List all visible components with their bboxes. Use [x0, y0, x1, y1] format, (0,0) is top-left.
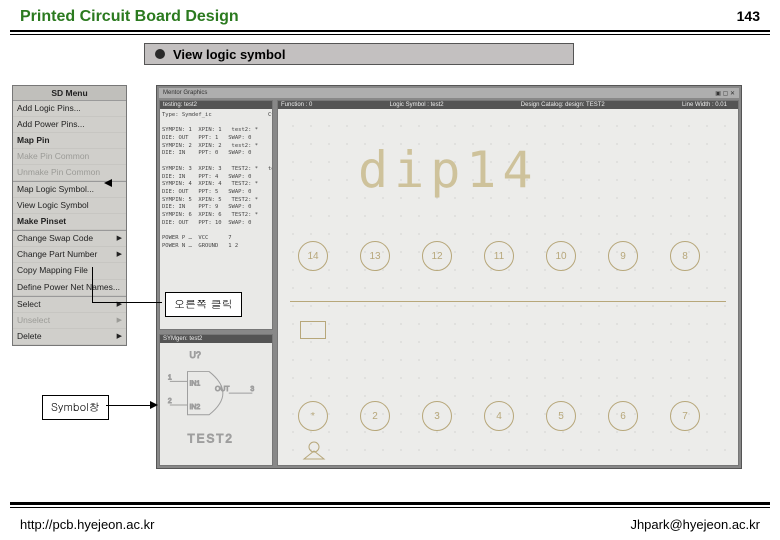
menu-item[interactable]: View Logic Symbol [13, 198, 126, 214]
panel-mapping-title: testing: test2 [160, 101, 272, 109]
pin-pad[interactable]: 11 [484, 241, 514, 271]
menu-item[interactable]: Add Power Pins... [13, 117, 126, 133]
rule-top [10, 30, 770, 32]
callout-arrow-2 [150, 401, 158, 409]
slide-footer: http://pcb.hyejeon.ac.kr Jhpark@hyejeon.… [0, 517, 780, 532]
panel-canvas-title: Function : 0 Logic Symbol : test2 Design… [278, 101, 738, 109]
menu-item: Unselect▶ [13, 313, 126, 329]
menu-item[interactable]: Add Logic Pins... [13, 101, 126, 117]
origin-marker [300, 321, 326, 339]
rt-function: Function : 0 [281, 102, 312, 108]
submenu-arrow-icon: ▶ [117, 234, 122, 243]
submenu-arrow-icon: ▶ [117, 300, 122, 309]
panel-symbol: SYMgen: test2 U? 1 2 3 IN1 IN2 OUT TEST2 [159, 334, 273, 466]
pin-pad[interactable]: 2 [360, 401, 390, 431]
slide-title: Printed Circuit Board Design [20, 8, 239, 26]
callout-line-1v [92, 267, 93, 303]
submenu-arrow-icon: ▶ [117, 316, 122, 325]
menu-item[interactable]: Delete▶ [13, 329, 126, 345]
pin-pad[interactable]: 7 [670, 401, 700, 431]
component-label: dip14 [358, 141, 539, 199]
context-menu[interactable]: SD Menu Add Logic Pins...Add Power Pins.… [12, 85, 127, 346]
svg-text:3: 3 [250, 386, 254, 393]
rt-lw: Line Width : 0.01 [682, 102, 727, 108]
menu-item: Make Pin Common [13, 149, 126, 165]
menu-item[interactable]: Select▶ [13, 297, 126, 313]
menu-item[interactable]: Change Part Number▶ [13, 247, 126, 263]
svg-text:IN2: IN2 [189, 404, 200, 411]
menu-item[interactable]: Map Pin [13, 133, 126, 149]
pin-pad[interactable]: 9 [608, 241, 638, 271]
pin-pad[interactable]: 10 [546, 241, 576, 271]
pin-pad[interactable]: 13 [360, 241, 390, 271]
bullet-icon [155, 49, 165, 59]
app-window: Mentor Graphics ▣ ▢ ✕ testing: test2 Typ… [156, 85, 742, 469]
app-title-left: Mentor Graphics [163, 90, 207, 96]
svg-text:TEST2: TEST2 [188, 432, 234, 445]
menu-item[interactable]: Change Swap Code▶ [13, 231, 126, 247]
svg-text:IN1: IN1 [189, 380, 200, 387]
rt-logic: Logic Symbol : test2 [390, 102, 444, 108]
pin-pad[interactable]: 14 [298, 241, 328, 271]
menu-item[interactable]: Copy Mapping File [13, 263, 126, 279]
drawing-canvas[interactable]: dip14 14 13 12 11 10 9 8 * 2 3 4 5 6 7 [278, 111, 738, 465]
sym-ref: U? [189, 350, 200, 360]
panel-symbol-title: SYMgen: test2 [160, 335, 272, 343]
app-titlebar: Mentor Graphics ▣ ▢ ✕ [159, 88, 739, 98]
svg-text:OUT: OUT [215, 386, 230, 393]
menu-item[interactable]: Define Power Net Names... [13, 280, 126, 296]
pin-pad[interactable]: * [298, 401, 328, 431]
callout-symbol-window: Symbol창 [42, 395, 109, 420]
rule-bottom-thick [10, 502, 770, 505]
callout-symbol-window-label: Symbol창 [51, 400, 100, 415]
panel-canvas: Function : 0 Logic Symbol : test2 Design… [277, 100, 739, 466]
panel-mapping-body: Type: Symdef_ic Ctr: Center SYMPIN: 1 XP… [160, 109, 272, 253]
footer-email: Jhpark@hyejeon.ac.kr [630, 517, 760, 532]
pin-pad[interactable]: 8 [670, 241, 700, 271]
slide-page: Printed Circuit Board Design 143 View lo… [0, 0, 780, 540]
submenu-arrow-icon: ▶ [117, 250, 122, 259]
page-number: 143 [737, 8, 760, 24]
menu-title: SD Menu [13, 86, 126, 101]
section-heading: View logic symbol [144, 43, 574, 65]
footer-url: http://pcb.hyejeon.ac.kr [20, 517, 154, 532]
slide-content: View logic symbol SD Menu Add Logic Pins… [0, 35, 780, 475]
pin-pad[interactable]: 3 [422, 401, 452, 431]
symbol-preview: U? 1 2 3 IN1 IN2 OUT TEST2 [160, 343, 272, 463]
callout-line-2 [106, 405, 154, 406]
section-label: View logic symbol [173, 47, 285, 62]
body-line [290, 301, 726, 302]
submenu-arrow-icon: ▶ [117, 332, 122, 341]
rule-bottom-thin [10, 507, 770, 508]
svg-text:2: 2 [168, 398, 172, 405]
anchor-icon [302, 441, 326, 461]
callout-right-click: 오른쪽 클릭 [165, 292, 242, 317]
slide-header: Printed Circuit Board Design 143 [0, 0, 780, 30]
menu-pointer-icon [104, 179, 112, 187]
pin-pad[interactable]: 6 [608, 401, 638, 431]
rt-design: Design Catalog: design: TEST2 [521, 102, 605, 108]
callout-line-1 [92, 302, 162, 303]
app-title-right: ▣ ▢ ✕ [715, 90, 735, 97]
pin-pad[interactable]: 5 [546, 401, 576, 431]
pin-pad[interactable]: 4 [484, 401, 514, 431]
callout-right-click-label: 오른쪽 클릭 [174, 297, 233, 312]
menu-item[interactable]: Make Pinset [13, 214, 126, 230]
pin-pad[interactable]: 12 [422, 241, 452, 271]
svg-text:1: 1 [168, 374, 172, 381]
